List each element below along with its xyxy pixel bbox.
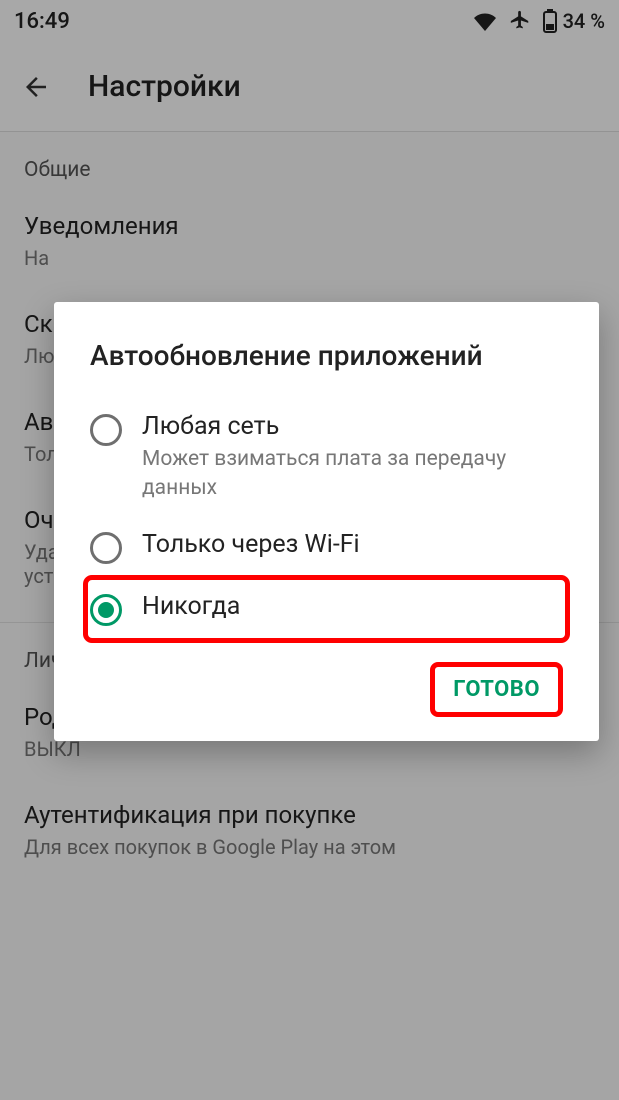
dialog-title: Автообновление приложений <box>90 338 563 374</box>
radio-icon <box>90 594 122 626</box>
dialog-actions: ГОТОВО <box>90 662 563 717</box>
option-never[interactable]: Никогда <box>86 578 567 640</box>
autoupdate-dialog: Автообновление приложений Любая сеть Мож… <box>54 302 599 741</box>
option-label: Только через Wi-Fi <box>142 530 360 559</box>
done-button[interactable]: ГОТОВО <box>430 662 563 717</box>
screen: 16:49 34 % Настройки Общие Уведомления Н… <box>0 0 619 1100</box>
option-label: Любая сеть <box>142 412 563 441</box>
option-wifi-only[interactable]: Только через Wi-Fi <box>90 516 563 578</box>
radio-icon <box>90 532 122 564</box>
option-label: Никогда <box>142 592 240 621</box>
option-sublabel: Может взиматься плата за передачу данных <box>142 445 563 502</box>
option-any-network[interactable]: Любая сеть Может взиматься плата за пере… <box>90 398 563 516</box>
radio-icon <box>90 414 122 446</box>
